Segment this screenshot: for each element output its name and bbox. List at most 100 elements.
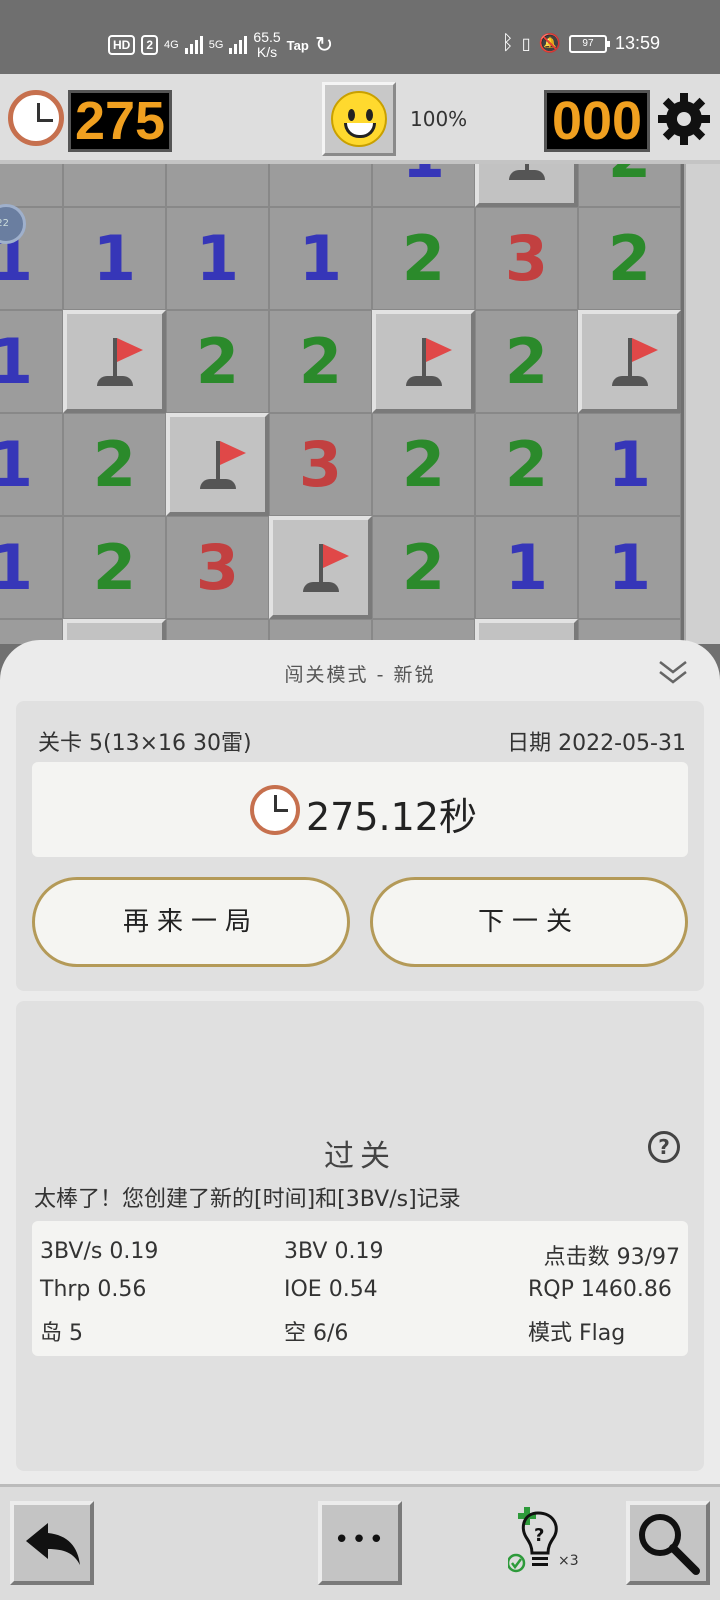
cell-number: 2 [504,428,549,501]
stat-ioe: IOE 0.54 [284,1277,378,1302]
hint-count: ×3 [558,1553,579,1569]
number-cell[interactable]: 2 [166,310,269,413]
panel-title: 闯关模式 - 新锐 [284,664,436,686]
open-cell[interactable] [269,164,372,207]
cell-number: 1 [402,164,445,192]
open-cell[interactable] [63,164,166,207]
number-cell[interactable]: 2 [63,516,166,619]
number-cell[interactable]: 3 [475,207,578,310]
net-speed: 65.5 K/s [253,30,280,60]
cell-number: 1 [607,428,652,501]
cell-number: 2 [401,222,446,295]
number-cell[interactable]: 1 [475,516,578,619]
undo-arrow-icon [26,1523,80,1565]
signal-1-icon [184,36,203,54]
collapse-chevron-icon[interactable] [658,658,688,686]
number-cell[interactable]: 1 [0,516,63,619]
stat-3bv: 3BV 0.19 [284,1239,384,1264]
cell-number: 2 [504,325,549,398]
flag-icon [85,332,145,392]
number-cell[interactable]: 1 [578,516,681,619]
number-cell[interactable]: 1 [578,413,681,516]
flag-icon [600,332,660,392]
number-cell[interactable]: 2 [475,413,578,516]
date-info: 日期 2022-05-31 [507,731,686,756]
record-message: 太棒了！您创建了新的[时间]和[3BV/s]记录 [34,1187,461,1212]
number-cell[interactable]: 2 [372,207,475,310]
number-cell[interactable]: 2 [578,207,681,310]
board-scrollbar[interactable] [684,164,720,644]
cell-number: 1 [607,531,652,604]
cell-number: 1 [195,222,240,295]
vibrate-icon: ▯ [521,35,531,53]
stat-3bv-per-s: 3BV/s 0.19 [40,1239,159,1264]
flagged-cell[interactable] [269,516,372,619]
network-1-label: 4G [164,38,179,51]
help-icon[interactable]: ? [648,1131,680,1163]
cell-number: 2 [607,222,652,295]
cell-number: 2 [608,164,651,192]
battery-icon: 97 [568,34,610,53]
flagged-cell[interactable] [63,310,166,413]
number-cell[interactable]: 1 [269,207,372,310]
flagged-cell[interactable] [372,310,475,413]
next-level-button[interactable]: 下一关 [370,877,688,967]
cell-number: 3 [298,428,343,501]
cell-number: 1 [0,428,34,501]
settings-gear-icon[interactable] [656,91,712,147]
number-cell[interactable]: 2 [269,310,372,413]
cell-number: 2 [401,531,446,604]
network-2-label: 5G [208,38,224,51]
flagged-cell[interactable] [166,413,269,516]
number-cell[interactable]: 2 [63,413,166,516]
cell-number: 3 [504,222,549,295]
number-cell[interactable]: 2 [372,516,475,619]
cell-number: 2 [298,325,343,398]
more-options-button[interactable]: ••• [318,1501,402,1585]
sim-indicator: 2 [141,35,159,55]
net-speed-value: 65.5 [253,29,281,45]
timer-display: 275 [68,90,172,152]
flagged-cell[interactable] [475,164,578,207]
stat-mode: 模式 Flag [528,1321,626,1346]
number-cell[interactable]: 1 [63,207,166,310]
retry-button[interactable]: 再来一局 [32,877,350,967]
mine-counter: 000 [544,90,650,152]
cell-number: 1 [0,531,34,604]
cell-number: 1 [504,531,549,604]
game-header: 275 100% 000 [0,74,720,164]
more-dots-icon: ••• [333,1525,386,1555]
undo-button[interactable] [10,1501,94,1585]
number-cell[interactable]: 3 [166,516,269,619]
flag-icon [394,332,454,392]
minesweeper-board[interactable]: 1211112321222123221123211 [0,164,684,644]
number-cell[interactable]: 2 [372,413,475,516]
open-cell[interactable] [0,164,63,207]
smiley-restart-button[interactable] [322,82,396,156]
open-cell[interactable] [166,164,269,207]
tap-label: Tap [286,37,309,53]
number-cell[interactable]: 1 [166,207,269,310]
level-summary-card: 关卡 5(13×16 30雷) 日期 2022-05-31 275.12秒 再来… [16,701,704,991]
search-button[interactable] [626,1501,710,1585]
cell-number: 2 [92,428,137,501]
stat-thrp: Thrp 0.56 [40,1277,147,1302]
stat-openings: 空 6/6 [284,1321,349,1346]
bottom-toolbar: ••• ? ×3 [0,1484,720,1600]
number-cell[interactable]: 2 [475,310,578,413]
mute-icon: 🔕 [538,33,561,53]
smiley-face-icon [331,91,387,147]
sync-icon: ↻ [314,32,334,57]
cell-number: 2 [195,325,240,398]
number-cell[interactable]: 1 [0,413,63,516]
flag-icon [291,538,351,598]
stat-rqp: RQP 1460.86 [528,1277,672,1302]
number-cell[interactable]: 3 [269,413,372,516]
number-cell[interactable]: 1 [0,310,63,413]
number-cell[interactable]: 1 [372,164,475,207]
hint-button[interactable]: ? ×3 [506,1503,588,1583]
signal-2-icon [229,36,248,54]
hd-indicator: HD [108,35,136,55]
flagged-cell[interactable] [578,310,681,413]
number-cell[interactable]: 2 [578,164,681,207]
